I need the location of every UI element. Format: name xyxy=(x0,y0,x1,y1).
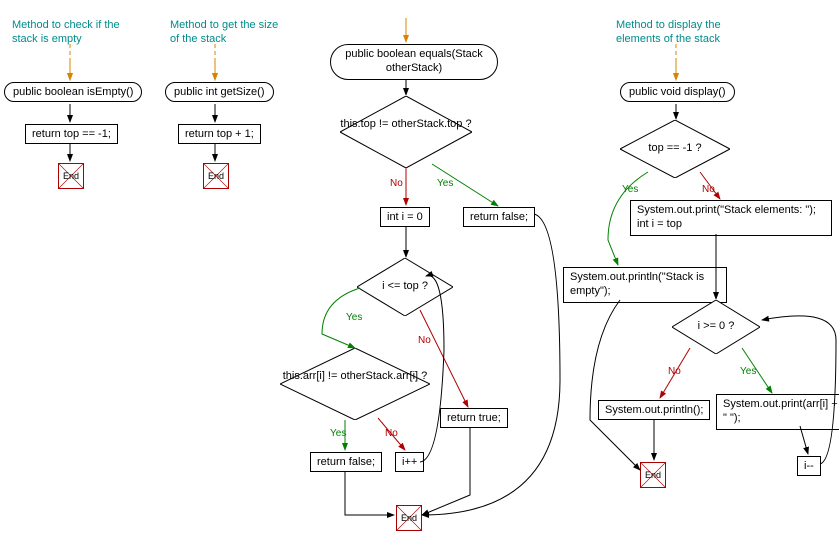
step-equals-return-false-arr: return false; xyxy=(310,452,382,472)
decision-equals-arr-neq: this.arr[i] != otherStack.arr[i] ? xyxy=(280,348,430,420)
decision-display-empty-text: top == -1 ? xyxy=(620,142,730,154)
decision-equals-loop-cond-text: i <= top ? xyxy=(357,280,453,292)
step-equals-init-i: int i = 0 xyxy=(380,207,430,227)
step-display-dec-i: i-- xyxy=(797,456,821,476)
label-no: No xyxy=(702,184,715,195)
step-isempty-return: return top == -1; xyxy=(25,124,118,144)
comment-isempty: Method to check if the stack is empty xyxy=(12,18,122,47)
flowchart-canvas: Method to check if the stack is empty pu… xyxy=(0,0,839,556)
diamond-shape xyxy=(340,96,472,168)
step-equals-return-false-top: return false; xyxy=(463,207,535,227)
end-display: End xyxy=(640,462,666,488)
end-getsize: End xyxy=(203,163,229,189)
decision-equals-top-neq: this.top != otherStack.top ? xyxy=(340,96,472,168)
comment-display: Method to display the elements of the st… xyxy=(616,18,746,47)
diamond-shape xyxy=(280,348,430,420)
label-no: No xyxy=(385,428,398,439)
decision-equals-loop-cond: i <= top ? xyxy=(357,258,453,316)
entry-isempty: public boolean isEmpty() xyxy=(4,82,142,102)
entry-equals: public boolean equals(Stack otherStack) xyxy=(330,44,498,80)
step-equals-return-true: return true; xyxy=(440,408,508,428)
step-equals-inc-i: i++ xyxy=(395,452,424,472)
label-yes: Yes xyxy=(330,428,346,439)
decision-equals-arr-neq-text: this.arr[i] != otherStack.arr[i] ? xyxy=(280,370,430,382)
decision-display-empty: top == -1 ? xyxy=(620,120,730,178)
end-isempty: End xyxy=(58,163,84,189)
step-getsize-return: return top + 1; xyxy=(178,124,261,144)
step-display-println: System.out.println(); xyxy=(598,400,710,420)
step-display-empty-msg: System.out.println("Stack is empty"); xyxy=(563,267,727,303)
step-display-print-elem: System.out.print(arr[i] + " "); xyxy=(716,394,839,430)
label-no: No xyxy=(390,178,403,189)
decision-display-loop-cond: i >= 0 ? xyxy=(672,300,760,354)
label-yes: Yes xyxy=(346,312,362,323)
step-display-header-init: System.out.print("Stack elements: "); in… xyxy=(630,200,832,236)
label-yes: Yes xyxy=(740,366,756,377)
comment-getsize: Method to get the size of the stack xyxy=(170,18,280,47)
entry-display: public void display() xyxy=(620,82,735,102)
label-yes: Yes xyxy=(622,184,638,195)
end-equals: End xyxy=(396,505,422,531)
label-no: No xyxy=(418,335,431,346)
entry-getsize: public int getSize() xyxy=(165,82,274,102)
label-yes: Yes xyxy=(437,178,453,189)
decision-display-loop-cond-text: i >= 0 ? xyxy=(672,320,760,332)
label-no: No xyxy=(668,366,681,377)
decision-equals-top-neq-text: this.top != otherStack.top ? xyxy=(340,118,472,130)
